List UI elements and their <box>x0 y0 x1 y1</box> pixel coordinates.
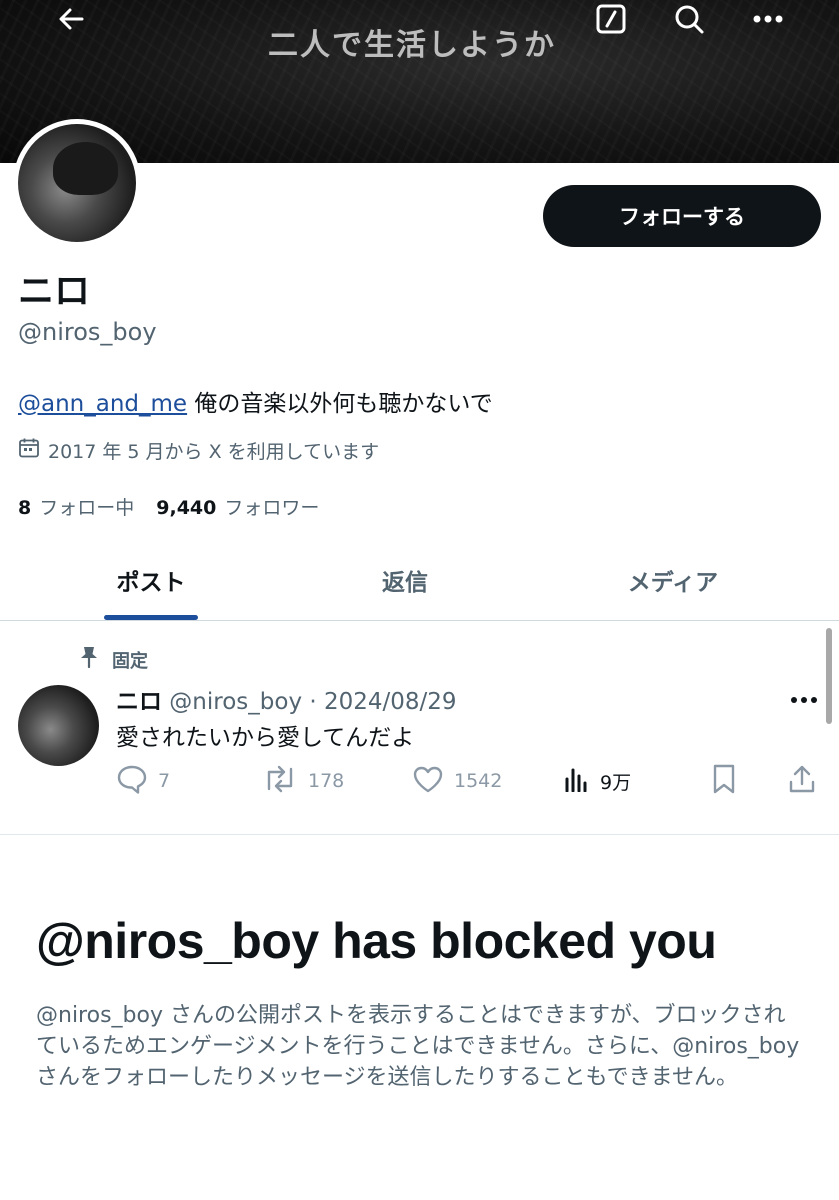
profile-avatar[interactable] <box>13 119 141 247</box>
profile-bio: @ann_and_me 俺の音楽以外何も聴かないで <box>18 384 493 418</box>
repost-icon <box>262 765 298 798</box>
post-actions: 7 178 1542 9万 <box>116 761 826 801</box>
views-button[interactable]: 9万 <box>564 761 631 801</box>
tab-media[interactable]: メディア <box>573 540 773 620</box>
following-count: 8 <box>18 497 32 519</box>
search-button[interactable] <box>665 0 713 43</box>
tab-posts[interactable]: ポスト <box>51 540 251 620</box>
heart-icon <box>412 765 444 798</box>
share-button[interactable] <box>788 761 816 801</box>
post-text: 愛されたいから愛してんだよ <box>116 725 415 751</box>
following-label: フォロー中 <box>39 497 135 519</box>
follow-stats: 8 フォロー中 9,440 フォロワー <box>18 493 319 520</box>
post-more-button[interactable] <box>786 683 822 713</box>
view-count: 9万 <box>600 771 632 794</box>
repost-button[interactable]: 178 <box>262 761 344 801</box>
pinned-label: 固定 <box>112 650 148 672</box>
following-link[interactable]: 8 フォロー中 <box>18 493 134 520</box>
user-handle: @niros_boy <box>18 318 157 346</box>
profile-banner[interactable]: 二人で生活しようか <box>0 0 839 163</box>
profile-tabs: ポスト 返信 メディア <box>0 540 839 621</box>
more-horizontal-icon <box>752 13 784 25</box>
reply-button[interactable]: 7 <box>116 761 170 801</box>
blocked-title: @niros_boy has blocked you <box>36 913 717 969</box>
like-button[interactable]: 1542 <box>412 761 502 801</box>
bio-mention-link[interactable]: @ann_and_me <box>18 391 187 417</box>
follow-button[interactable]: フォローする <box>543 185 821 247</box>
active-tab-indicator <box>104 615 198 620</box>
followers-link[interactable]: 9,440 フォロワー <box>156 493 319 520</box>
pinned-indicator: 固定 <box>80 646 148 673</box>
repost-count: 178 <box>308 770 345 792</box>
post-handle-date: @niros_boy · 2024/08/29 <box>162 689 457 715</box>
bio-text: 俺の音楽以外何も聴かないで <box>187 391 493 417</box>
like-count: 1542 <box>454 770 503 792</box>
share-icon <box>788 764 816 799</box>
avatar-image <box>18 124 136 242</box>
back-button[interactable] <box>47 0 95 43</box>
banner-caption: 二人で生活しようか <box>268 28 556 63</box>
reply-count: 7 <box>158 770 171 792</box>
joined-date: 2017 年 5 月から X を利用しています <box>18 437 379 464</box>
arrow-left-icon <box>56 4 86 34</box>
more-button[interactable] <box>744 0 792 43</box>
post-divider <box>0 834 839 835</box>
calendar-icon <box>18 437 40 464</box>
search-icon <box>673 3 705 35</box>
tab-replies[interactable]: 返信 <box>305 540 505 620</box>
pin-icon <box>80 646 98 673</box>
post-author[interactable]: ニロ <box>116 689 162 715</box>
slash-box-icon <box>595 3 627 35</box>
post-avatar[interactable] <box>18 685 99 766</box>
joined-text: 2017 年 5 月から X を利用しています <box>48 441 380 463</box>
bar-chart-icon <box>564 766 590 797</box>
more-horizontal-icon <box>790 689 818 708</box>
blocked-description: @niros_boy さんの公開ポストを表示することはできますが、ブロックされて… <box>36 1003 800 1090</box>
reply-icon <box>116 764 148 799</box>
followers-label: フォロワー <box>224 497 320 519</box>
display-name: ニロ <box>18 271 91 312</box>
scrollbar[interactable] <box>826 628 832 724</box>
bookmark-icon <box>712 764 736 799</box>
bookmark-button[interactable] <box>712 761 736 801</box>
edit-button[interactable] <box>587 0 635 43</box>
post-header: ニロ @niros_boy · 2024/08/29 <box>116 682 457 716</box>
followers-count: 9,440 <box>156 497 217 519</box>
